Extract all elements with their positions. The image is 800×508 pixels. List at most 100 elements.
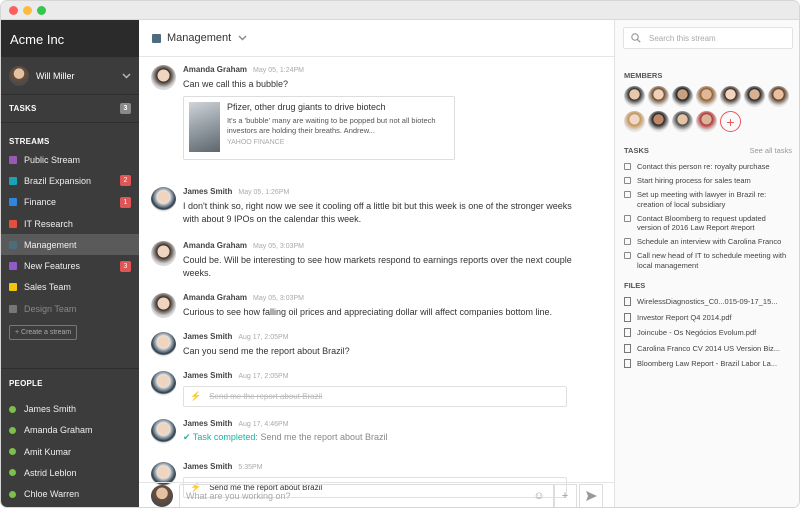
author-name[interactable]: James Smith xyxy=(183,462,232,471)
member-avatar[interactable] xyxy=(768,86,789,107)
task-checkbox[interactable] xyxy=(624,238,631,245)
online-status-icon xyxy=(9,469,16,477)
close-window-button[interactable] xyxy=(9,6,18,15)
user-menu[interactable]: Will Miller xyxy=(1,57,139,95)
sidebar-stream-item[interactable]: Brazil Expansion 2 xyxy=(1,170,139,191)
author-name[interactable]: Amanda Graham xyxy=(183,241,247,250)
task-text[interactable]: Contact this person re: royalty purchase xyxy=(637,162,770,172)
task-checkbox[interactable] xyxy=(624,214,631,222)
member-avatar[interactable] xyxy=(648,86,669,107)
member-avatar[interactable] xyxy=(744,86,765,107)
author-name[interactable]: Amanda Graham xyxy=(183,65,247,74)
message-text: Could be. Will be interesting to see how… xyxy=(183,255,572,278)
file-item[interactable]: Carolina Franco CV 2014 US Version Biz..… xyxy=(615,341,799,357)
member-avatar[interactable] xyxy=(624,111,645,132)
members-heading: MEMBERS xyxy=(624,71,663,80)
sidebar-stream-item[interactable]: Public Stream xyxy=(1,149,139,170)
task-checkbox[interactable] xyxy=(624,191,631,198)
bolt-icon: ⚡ xyxy=(190,391,202,401)
avatar[interactable] xyxy=(151,187,176,212)
sidebar-stream-item[interactable]: Management xyxy=(1,234,139,256)
avatar[interactable] xyxy=(151,419,176,444)
add-attachment-button[interactable]: + xyxy=(553,484,577,507)
member-avatar[interactable] xyxy=(696,111,717,132)
stream-search[interactable]: Search this stream xyxy=(623,27,793,49)
emoji-icon[interactable]: ☺ xyxy=(527,484,551,507)
sidebar-person-item[interactable]: James Smith xyxy=(1,398,139,419)
member-avatar[interactable] xyxy=(672,111,693,132)
task-text[interactable]: Schedule an interview with Carolina Fran… xyxy=(637,237,781,247)
file-item[interactable]: Joincube - Os Negócios Evolum.pdf xyxy=(615,325,799,341)
sidebar-stream-item[interactable]: IT Research xyxy=(1,213,139,234)
task-checkbox[interactable] xyxy=(624,252,631,259)
task-text[interactable]: Call new head of IT to schedule meeting … xyxy=(637,251,792,270)
person-name: James Smith xyxy=(24,404,77,415)
add-member-button[interactable]: + xyxy=(720,111,741,132)
author-name[interactable]: James Smith xyxy=(183,332,232,341)
message: James Smith Aug 17, 4:46PM ✔ Task complet… xyxy=(151,419,388,444)
file-item[interactable]: Investor Report Q4 2014.pdf xyxy=(615,310,799,326)
author-name[interactable]: Amanda Graham xyxy=(183,293,247,302)
author-name[interactable]: James Smith xyxy=(183,187,232,196)
send-button[interactable] xyxy=(579,484,603,507)
search-input[interactable]: Search this stream xyxy=(649,34,716,43)
file-icon xyxy=(624,328,631,338)
task-checkbox[interactable] xyxy=(624,163,631,170)
user-avatar xyxy=(151,485,173,507)
link-preview-description: It's a 'bubble' many are waiting to be p… xyxy=(226,116,436,135)
member-avatar[interactable] xyxy=(720,86,741,107)
message-text: Can you send me the report about Brazil? xyxy=(183,346,350,356)
sidebar-person-item[interactable]: Amit Kumar xyxy=(1,441,139,462)
sidebar-person-item[interactable]: Amanda Graham xyxy=(1,420,139,441)
create-stream-button[interactable]: + Create a stream xyxy=(9,325,78,341)
timestamp: May 05, 3:03PM xyxy=(253,243,304,250)
sidebar-person-item[interactable]: Astrid Leblon xyxy=(1,462,139,483)
sidebar-stream-item[interactable]: Sales Team xyxy=(1,277,139,298)
minimize-window-button[interactable] xyxy=(23,6,32,15)
online-status-icon xyxy=(9,405,16,413)
message: Amanda Graham May 05, 3:03PM Curious to s… xyxy=(151,293,583,319)
title-bar xyxy=(1,1,799,20)
message: James Smith Aug 17, 2:05PM Can you send m… xyxy=(151,332,583,358)
sidebar-stream-item[interactable]: New Features 3 xyxy=(1,255,139,276)
link-preview-source: YAHOO FINANCE xyxy=(226,139,285,146)
member-avatar[interactable] xyxy=(648,111,669,132)
task-text[interactable]: Start hiring process for sales team xyxy=(637,176,751,186)
member-avatar[interactable] xyxy=(696,86,717,107)
sidebar-stream-item[interactable]: Design Team xyxy=(1,298,139,319)
member-avatar[interactable] xyxy=(672,86,693,107)
avatar[interactable] xyxy=(151,332,176,357)
timestamp: May 05, 3:03PM xyxy=(253,295,304,302)
sidebar-tasks[interactable]: TASKS 3 xyxy=(1,95,139,123)
member-avatar[interactable] xyxy=(624,86,645,107)
file-name: WirelessDiagnostics_C0...015-09-17_15... xyxy=(637,297,778,307)
task-item[interactable]: ⚡ Send me the report about Brazil xyxy=(183,386,567,407)
task-text[interactable]: Set up meeting with lawyer in Brazil re:… xyxy=(637,190,792,209)
see-all-tasks-link[interactable]: See all tasks xyxy=(749,146,792,155)
link-preview-title: Pfizer, other drug giants to drive biote… xyxy=(226,102,386,112)
author-name[interactable]: James Smith xyxy=(183,419,232,428)
task-checkbox[interactable] xyxy=(624,177,631,184)
avatar[interactable] xyxy=(151,371,176,396)
timestamp: Aug 17, 2:05PM xyxy=(238,373,289,380)
stream-header[interactable]: Management xyxy=(139,20,614,57)
task-text[interactable]: Contact Bloomberg to request updated ver… xyxy=(637,214,792,233)
stream-color-icon xyxy=(9,304,17,313)
link-preview-image xyxy=(189,102,220,152)
message-text: I don't think so, right now we see it co… xyxy=(183,201,572,224)
file-item[interactable]: WirelessDiagnostics_C0...015-09-17_15... xyxy=(615,294,799,310)
sidebar-person-item[interactable]: Chloe Warren xyxy=(1,484,139,505)
sidebar-stream-item[interactable]: Finance 1 xyxy=(1,192,139,213)
stream-color-icon xyxy=(9,283,17,292)
avatar[interactable] xyxy=(151,293,176,318)
user-avatar xyxy=(9,65,29,86)
maximize-window-button[interactable] xyxy=(37,6,46,15)
file-item[interactable]: Bloomberg Law Report - Brazil Labor La..… xyxy=(615,356,799,372)
author-name[interactable]: James Smith xyxy=(183,371,232,380)
timestamp: Aug 17, 4:46PM xyxy=(238,421,289,428)
message-input[interactable]: What are you working on? xyxy=(179,484,555,507)
link-preview-card[interactable]: Pfizer, other drug giants to drive biote… xyxy=(183,96,455,160)
avatar[interactable] xyxy=(151,65,176,90)
avatar[interactable] xyxy=(151,241,176,266)
file-list: WirelessDiagnostics_C0...015-09-17_15...… xyxy=(615,294,799,372)
